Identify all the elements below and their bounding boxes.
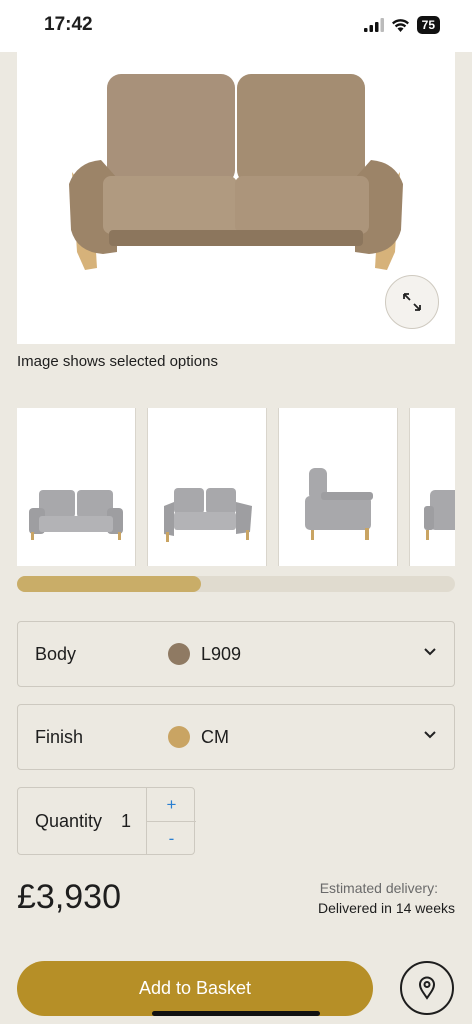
body-swatch: [168, 643, 190, 665]
wifi-icon: [391, 19, 409, 32]
thumbnail-image: [164, 488, 252, 542]
battery-icon: 75: [416, 16, 440, 34]
quantity-label: Quantity: [35, 811, 103, 831]
store-locator-button[interactable]: [400, 961, 454, 1015]
thumbnail-angle[interactable]: [147, 408, 267, 566]
delivery-label: Estimated delivery:: [319, 880, 438, 896]
thumbnail-carousel[interactable]: [17, 408, 455, 566]
option-label-body: Body: [35, 644, 77, 664]
option-value-finish: CM: [201, 727, 229, 747]
thumbnail-front[interactable]: [17, 408, 136, 566]
product-main-image[interactable]: [17, 52, 455, 344]
chevron-down-icon: [424, 731, 436, 739]
finish-swatch: [168, 726, 190, 748]
option-label-finish: Finish: [35, 727, 84, 747]
finish-option-select[interactable]: Finish CM: [17, 704, 455, 770]
expand-icon: [403, 293, 421, 311]
quantity-decrease-button[interactable]: -: [146, 822, 196, 855]
product-price: £3,930: [17, 878, 121, 916]
status-bar: 17:42 75: [0, 0, 472, 52]
thumbnail-back[interactable]: [409, 408, 455, 566]
status-time: 17:42: [44, 14, 93, 35]
carousel-scrollbar[interactable]: [17, 576, 455, 592]
thumbnail-side[interactable]: [278, 408, 398, 566]
chevron-down-icon: [424, 648, 436, 656]
option-value-body: L909: [201, 644, 242, 664]
body-option-select[interactable]: Body L909: [17, 621, 455, 687]
image-caption: Image shows selected options: [17, 353, 218, 370]
home-indicator: [152, 1011, 320, 1016]
add-to-basket-button[interactable]: Add to Basket: [17, 961, 373, 1016]
thumbnail-image: [29, 490, 123, 540]
location-pin-icon: [418, 976, 436, 1000]
status-icons: 75: [363, 16, 440, 34]
quantity-value[interactable]: 1: [121, 811, 131, 832]
quantity-stepper: Quantity 1 + -: [17, 787, 196, 855]
delivery-value: Delivered in 14 weeks: [318, 900, 455, 916]
expand-image-button[interactable]: [385, 275, 439, 329]
signal-icon: [363, 18, 384, 32]
thumbnail-image: [305, 468, 373, 540]
carousel-scroll-thumb[interactable]: [17, 576, 201, 592]
thumbnail-image: [424, 490, 455, 540]
quantity-increase-button[interactable]: +: [146, 788, 196, 822]
